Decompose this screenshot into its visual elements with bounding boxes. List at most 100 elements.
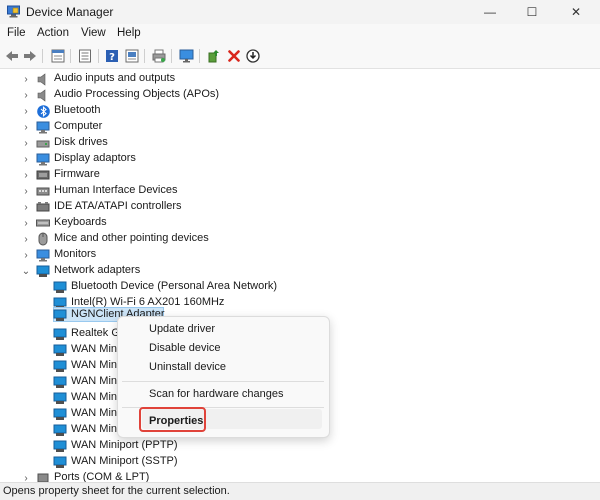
display-adapter-icon — [36, 152, 50, 166]
tree-label: Disk drives — [54, 136, 108, 148]
tree-category-audio-processing[interactable]: › Audio Processing Objects (APOs) — [0, 87, 600, 103]
tree-label: WAN Min — [71, 343, 118, 355]
menu-view[interactable]: View — [81, 27, 106, 39]
tree-label: WAN Min — [71, 391, 118, 403]
network-adapter-icon — [53, 423, 67, 437]
tree-label: Human Interface Devices — [54, 184, 178, 196]
download-icon[interactable] — [245, 48, 261, 64]
chevron-right-icon[interactable]: › — [21, 250, 31, 261]
menu-action[interactable]: Action — [37, 27, 69, 39]
monitor-icon — [36, 248, 50, 262]
minimize-icon[interactable]: — — [470, 2, 510, 22]
tree-category-ide[interactable]: › IDE ATA/ATAPI controllers — [0, 199, 600, 215]
chevron-down-icon[interactable]: ⌄ — [21, 266, 31, 277]
tree-label: IDE ATA/ATAPI controllers — [54, 200, 182, 212]
chevron-right-icon[interactable]: › — [21, 218, 31, 229]
maximize-icon[interactable]: ☐ — [512, 2, 552, 22]
tree-label: WAN Min — [71, 407, 118, 419]
tree-label: WAN Min — [71, 423, 118, 435]
tree-label: Audio Processing Objects (APOs) — [54, 88, 220, 100]
tree-label: Monitors — [54, 248, 97, 260]
properties-highlight-box — [139, 407, 206, 432]
network-adapter-icon — [53, 359, 67, 373]
chevron-right-icon[interactable]: › — [21, 90, 31, 101]
network-adapter-icon — [36, 264, 50, 278]
tree-label: Computer — [54, 120, 103, 132]
tree-label: Bluetooth Device (Personal Area Network) — [71, 280, 278, 292]
toolbar-separator — [98, 49, 99, 63]
chevron-right-icon[interactable]: › — [21, 138, 31, 149]
chevron-right-icon[interactable]: › — [21, 186, 31, 197]
network-adapter-icon — [53, 327, 67, 341]
toolbar-separator — [171, 49, 172, 63]
network-adapter-icon — [53, 407, 67, 421]
network-adapter-icon — [53, 391, 67, 405]
status-text: Opens property sheet for the current sel… — [3, 485, 230, 497]
chevron-right-icon[interactable]: › — [21, 74, 31, 85]
tree-category-ports[interactable]: › Ports (COM & LPT) — [0, 470, 600, 482]
speaker-icon — [36, 88, 50, 102]
chevron-right-icon[interactable]: › — [21, 122, 31, 133]
tree-category-keyboards[interactable]: › Keyboards — [0, 215, 600, 231]
tree-category-network-adapters[interactable]: ⌄ Network adapters — [0, 263, 600, 279]
chevron-right-icon[interactable]: › — [21, 106, 31, 117]
uninstall-x-icon[interactable] — [226, 48, 242, 64]
chevron-right-icon[interactable]: › — [21, 170, 31, 181]
tree-category-bluetooth[interactable]: › Bluetooth — [0, 103, 600, 119]
tree-label: Audio inputs and outputs — [54, 72, 176, 84]
back-arrow-icon[interactable] — [4, 48, 20, 64]
properties-sheet-icon[interactable] — [50, 48, 66, 64]
menu-item-disable-device[interactable]: Disable device — [149, 342, 221, 354]
tree-label: WAN Miniport (PPTP) — [71, 439, 178, 451]
window-title: Device Manager — [26, 5, 114, 19]
chevron-right-icon[interactable]: › — [21, 202, 31, 213]
tree-category-mice[interactable]: › Mice and other pointing devices — [0, 231, 600, 247]
toolbar-separator — [144, 49, 145, 63]
tree-category-computer[interactable]: › Computer — [0, 119, 600, 135]
computer-icon — [36, 120, 50, 134]
tree-label: Network adapters — [54, 264, 141, 276]
svg-text:?: ? — [109, 52, 115, 63]
menu-help[interactable]: Help — [117, 27, 141, 39]
toolbar-separator — [70, 49, 71, 63]
tree-category-hid[interactable]: › Human Interface Devices — [0, 183, 600, 199]
menu-file[interactable]: File — [7, 27, 26, 39]
bluetooth-icon — [36, 104, 50, 118]
menu-bar: File Action View Help — [0, 24, 600, 44]
tree-item-network-device[interactable]: Bluetooth Device (Personal Area Network) — [0, 279, 600, 295]
tree-label: Ports (COM & LPT) — [54, 471, 150, 482]
context-menu: Update driver Disable device Uninstall d… — [117, 316, 330, 438]
tree-category-display-adaptors[interactable]: › Display adaptors — [0, 151, 600, 167]
device-view-icon[interactable] — [124, 48, 140, 64]
firmware-icon — [36, 168, 50, 182]
network-adapter-icon — [53, 343, 67, 357]
menu-item-scan-hardware[interactable]: Scan for hardware changes — [149, 388, 284, 400]
chevron-right-icon[interactable]: › — [21, 154, 31, 165]
menu-item-uninstall-device[interactable]: Uninstall device — [149, 361, 226, 373]
status-bar: Opens property sheet for the current sel… — [0, 482, 600, 500]
chevron-right-icon[interactable]: › — [21, 473, 31, 483]
monitor-icon[interactable] — [178, 48, 194, 64]
tree-item-network-device[interactable]: WAN Miniport (PPTP) — [0, 438, 600, 454]
print-icon[interactable] — [151, 48, 167, 64]
add-driver-icon[interactable] — [206, 48, 222, 64]
hid-icon — [36, 184, 50, 198]
menu-item-update-driver[interactable]: Update driver — [149, 323, 215, 335]
tree-item-network-device[interactable]: WAN Miniport (SSTP) — [0, 454, 600, 470]
tree-category-disk-drives[interactable]: › Disk drives — [0, 135, 600, 151]
toolbar-separator — [42, 49, 43, 63]
help-icon[interactable]: ? — [104, 48, 120, 64]
tree-label: Firmware — [54, 168, 100, 180]
network-adapter-icon — [53, 375, 67, 389]
list-view-icon[interactable] — [77, 48, 93, 64]
tree-category-monitors[interactable]: › Monitors — [0, 247, 600, 263]
tree-category-firmware[interactable]: › Firmware — [0, 167, 600, 183]
chevron-right-icon[interactable]: › — [21, 234, 31, 245]
close-icon[interactable]: ✕ — [556, 2, 596, 22]
network-adapter-icon — [53, 439, 67, 453]
toolbar: ? — [0, 44, 600, 69]
forward-arrow-icon[interactable] — [22, 48, 38, 64]
tree-category-audio-inputs[interactable]: › Audio inputs and outputs — [0, 71, 600, 87]
tree-label: WAN Miniport (SSTP) — [71, 455, 178, 467]
port-icon — [36, 471, 50, 482]
